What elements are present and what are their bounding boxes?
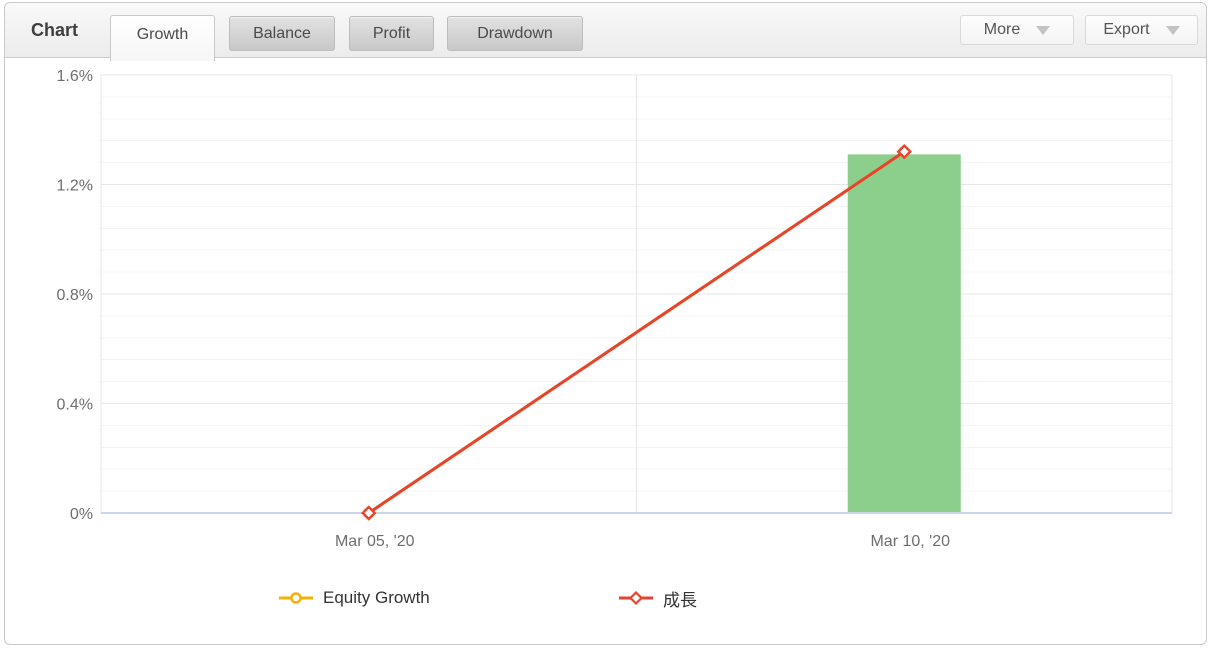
equity-growth-legend-marker-icon — [279, 592, 313, 604]
legend-label-growth: 成長 — [663, 590, 697, 610]
chart-panel: Chart Growth Balance Profit Drawdown Mor… — [4, 2, 1207, 645]
legend-item-growth[interactable]: 成長 — [618, 585, 697, 611]
tab-balance[interactable]: Balance — [229, 16, 335, 51]
growth-legend-marker-icon — [619, 590, 653, 606]
more-button[interactable]: More — [960, 15, 1074, 45]
tab-drawdown[interactable]: Drawdown — [447, 16, 583, 51]
panel-title: Chart — [31, 20, 79, 40]
chevron-down-icon — [1165, 25, 1180, 35]
tab-growth[interactable]: Growth — [110, 15, 215, 61]
legend-item-equity-growth[interactable]: Equity Growth — [278, 585, 430, 611]
chart-legend: Equity Growth 成長 — [0, 585, 1211, 611]
chevron-down-icon — [1036, 25, 1051, 35]
tab-profit[interactable]: Profit — [349, 16, 434, 51]
chart-header: Chart Growth Balance Profit Drawdown Mor… — [5, 3, 1206, 61]
legend-label-equity-growth: Equity Growth — [323, 588, 430, 607]
export-button[interactable]: Export — [1085, 15, 1198, 45]
export-button-label: Export — [1103, 21, 1150, 38]
more-button-label: More — [983, 21, 1021, 38]
